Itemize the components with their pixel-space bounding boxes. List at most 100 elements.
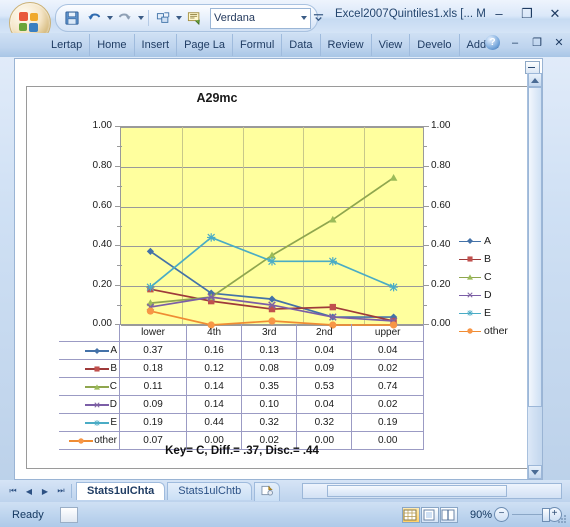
ribbon-tabs: Lertap Home Insert Page La Formul Data R… [44,33,506,57]
next-sheet-button[interactable]: ▶ [39,485,51,497]
vertical-scroll-thumb[interactable] [528,87,542,407]
tab-review[interactable]: Review [319,34,371,56]
customize-qat-icon[interactable] [311,9,325,25]
page-layout-view-button[interactable] [421,506,439,523]
help-icon[interactable]: ? [485,35,500,50]
data-point [207,233,216,242]
legend-entry-other[interactable]: other [459,322,525,340]
undo-icon[interactable] [84,8,104,28]
ribbon-minimize-button[interactable]: – [508,37,522,49]
legend-label-e: E [484,307,492,319]
zoom-out-button[interactable]: − [494,507,509,522]
ribbon-right-controls: ? – ❐ ✕ [485,35,566,50]
redo-dropdown-icon[interactable] [138,16,144,20]
first-sheet-button[interactable]: ⏮ [7,485,19,497]
tab-page-layout[interactable]: Page La [176,34,232,56]
cell-b-lower: 0.18 [118,359,188,378]
zoom-slider[interactable]: − + [494,507,562,523]
worksheet-area: A29mc 1.00 0.80 0.60 0.40 0.20 0.00 1.00… [14,58,543,480]
horizontal-scroll-thumb[interactable] [327,485,507,497]
tab-view[interactable]: View [370,34,410,56]
save-icon[interactable] [62,8,82,28]
column-header-4th: 4th [186,324,243,342]
toolbar-divider [148,10,149,26]
row-label-c: C [109,381,117,392]
legend-marker-e [459,308,481,318]
row-key-c: C [59,377,120,396]
last-sheet-button[interactable]: ⏭ [55,485,67,497]
insert-worksheet-button[interactable] [254,481,281,501]
font-dropdown-icon[interactable] [301,16,307,20]
close-button[interactable]: ✕ [546,5,564,23]
cell-b-4th: 0.12 [186,359,243,378]
cell-b-3rd: 0.08 [241,359,298,378]
quick-access-toolbar: Verdana [55,4,318,32]
page-break-preview-button[interactable] [440,506,458,523]
scroll-down-button[interactable] [528,465,542,479]
vertical-scrollbar[interactable] [527,73,542,479]
row-label-e: E [110,417,117,428]
undo-dropdown-icon[interactable] [107,16,113,20]
data-point [329,303,336,311]
redo-icon[interactable] [115,8,135,28]
y-axis-label-right-0-60: 0.60 [431,199,451,211]
cell-c-2nd: 0.53 [296,377,353,396]
workbook-restore-button[interactable]: ❐ [530,36,544,49]
zoom-level-text[interactable]: 90% [470,509,492,521]
row-key-e: E [59,413,120,432]
legend-label-a: A [484,235,492,247]
normal-view-button[interactable] [402,506,420,523]
y-axis-label-left-0-40: 0.40 [92,239,112,251]
series-e [146,233,398,292]
minimize-button[interactable]: – [490,5,508,23]
status-text: Ready [12,508,44,521]
legend-entry-e[interactable]: E [459,304,525,322]
arrange-windows-icon[interactable] [153,8,173,28]
legend-label-b: B [484,253,492,265]
row-key-d: D [59,395,120,414]
series-line [150,177,395,304]
chart-object[interactable]: A29mc 1.00 0.80 0.60 0.40 0.20 0.00 1.00… [26,86,529,469]
row-marker-d [84,400,109,410]
font-name-combobox[interactable]: Verdana [210,7,311,29]
sheet-tab-stats1ulchtb[interactable]: Stats1ulChtb [167,482,253,500]
tab-lertap[interactable]: Lertap [44,34,89,56]
legend-entry-a[interactable]: A [459,232,525,250]
row-marker-c [84,382,109,392]
cell-b-upper: 0.02 [351,359,424,378]
legend-entry-b[interactable]: B [459,250,525,268]
zoom-slider-track[interactable] [512,508,550,522]
tab-home[interactable]: Home [89,34,133,56]
sheet-tab-stats1ulchta[interactable]: Stats1ulChta [76,482,166,500]
cell-a-2nd: 0.04 [296,341,353,360]
table-row: A 0.37 0.16 0.13 0.04 0.04 [59,341,424,360]
workbook-close-button[interactable]: ✕ [552,36,566,49]
cell-c-4th: 0.14 [186,377,243,396]
y-axis-label-right-0-80: 0.80 [431,159,451,171]
legend-entry-d[interactable]: D [459,286,525,304]
scroll-up-button[interactable] [528,73,542,87]
chart-data-table: lower 4th 3rd 2nd upper A 0.37 0.16 0.13… [59,324,424,450]
row-label-a: A [110,345,117,356]
chart-title: A29mc [196,91,238,105]
tab-developer[interactable]: Develo [409,34,458,56]
prev-sheet-button[interactable]: ◀ [23,485,35,497]
arrange-dropdown-icon[interactable] [176,16,182,20]
maximize-button[interactable]: ❐ [518,5,536,23]
cell-d-upper: 0.02 [351,395,424,414]
legend-entry-c[interactable]: C [459,268,525,286]
row-key-a: A [59,341,120,360]
cell-e-4th: 0.44 [186,413,243,432]
cell-a-3rd: 0.13 [241,341,298,360]
new-comment-icon[interactable] [184,8,204,28]
zoom-slider-thumb[interactable] [542,508,550,522]
tab-data[interactable]: Data [281,34,319,56]
tab-insert[interactable]: Insert [133,34,177,56]
tab-formulas[interactable]: Formul [232,34,281,56]
tab-divider [71,484,72,498]
legend-marker-c [459,272,481,282]
data-point [328,257,337,266]
table-corner-cell [59,324,120,342]
resize-grip[interactable] [558,515,568,525]
horizontal-scrollbar[interactable] [302,483,562,499]
